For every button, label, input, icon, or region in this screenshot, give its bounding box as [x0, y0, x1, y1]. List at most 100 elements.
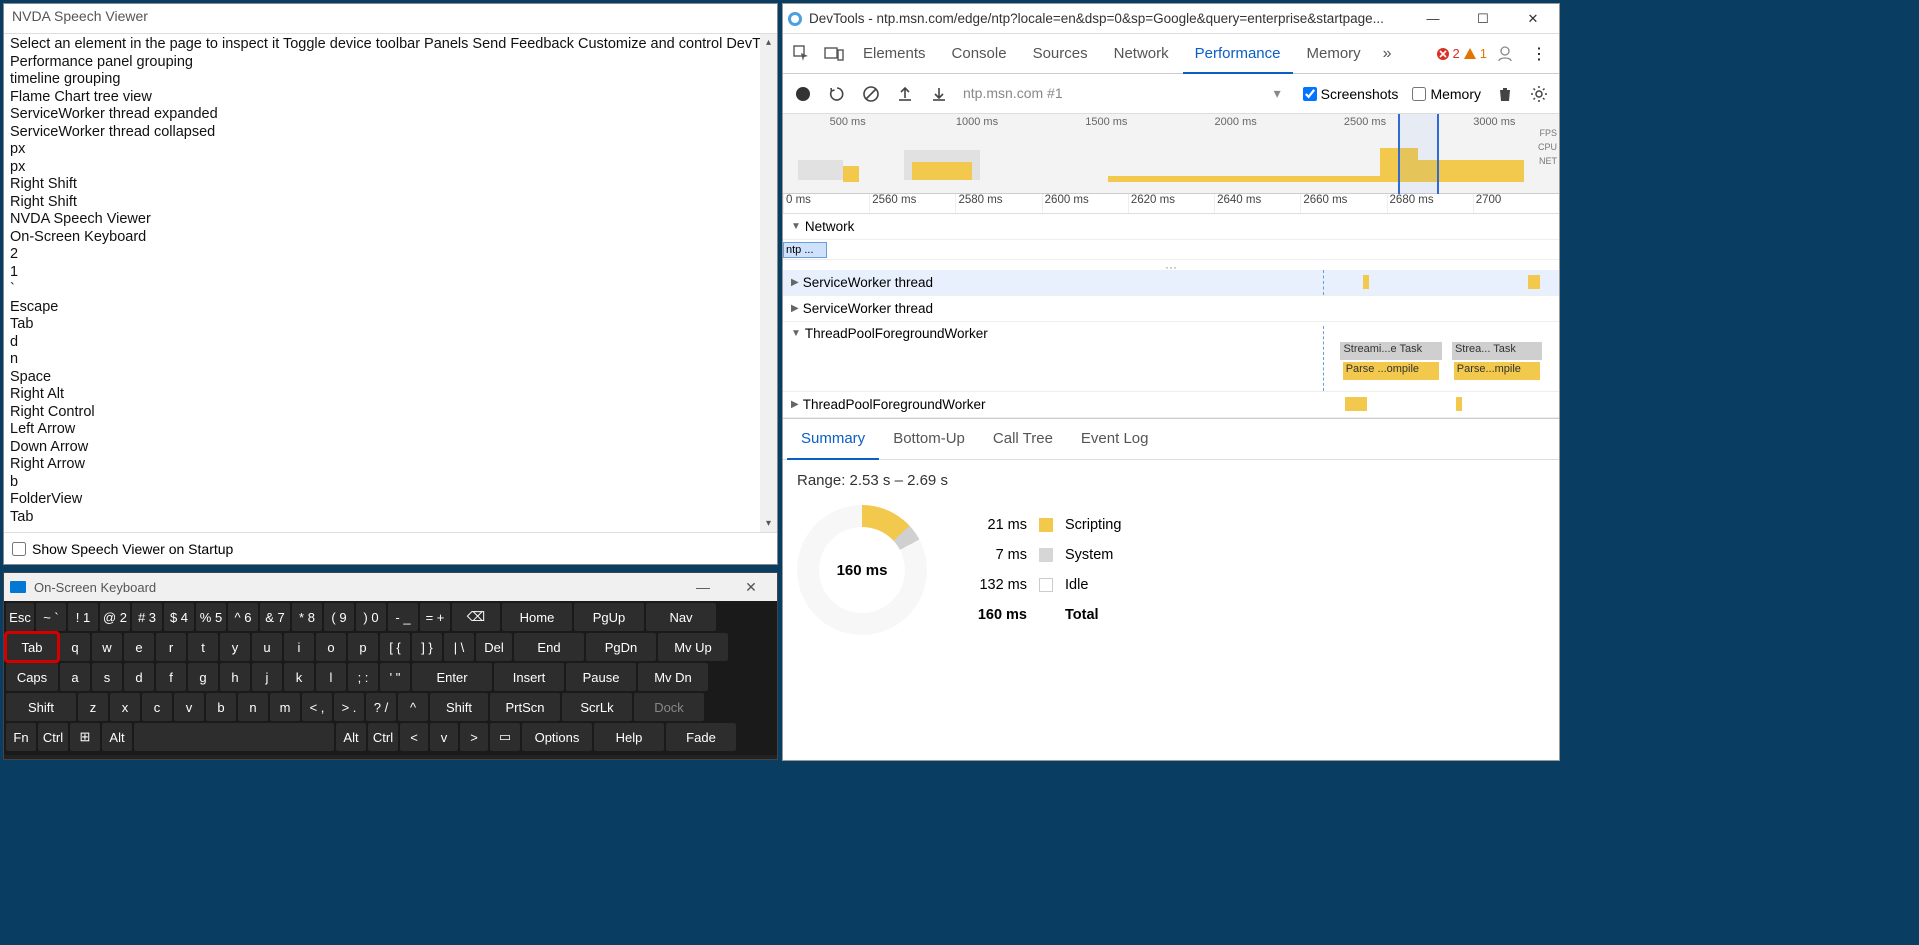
key--[interactable]: ~ ` — [36, 603, 66, 631]
recording-selector[interactable]: ntp.msn.com #1 ▾ — [963, 85, 1289, 102]
key-d[interactable]: d — [124, 663, 154, 691]
expand-icon[interactable]: ▶ — [791, 399, 799, 410]
key-r[interactable]: r — [156, 633, 186, 661]
track-serviceworker-1[interactable]: ▶ServiceWorker thread — [783, 270, 1559, 296]
key-o[interactable]: o — [316, 633, 346, 661]
key-options[interactable]: Options — [522, 723, 592, 751]
close-button[interactable]: ✕ — [1511, 5, 1555, 33]
key-caps[interactable]: Caps — [6, 663, 58, 691]
task-parse1[interactable]: Parse ...ompile — [1343, 362, 1439, 380]
key--[interactable]: < — [400, 723, 428, 751]
flame-chart[interactable]: ▼Network ntp ... ··· ▶ServiceWorker thre… — [783, 214, 1559, 418]
key--[interactable]: ? / — [366, 693, 396, 721]
track-network[interactable]: ▼Network — [783, 214, 1559, 240]
tab-performance[interactable]: Performance — [1183, 34, 1293, 74]
key-l[interactable]: l — [316, 663, 346, 691]
collect-garbage-icon[interactable] — [1495, 84, 1515, 104]
capture-settings-icon[interactable] — [1529, 84, 1549, 104]
tab-memory[interactable]: Memory — [1295, 34, 1373, 74]
expand-icon[interactable]: ▶ — [791, 277, 799, 288]
summary-tab-event-log[interactable]: Event Log — [1067, 418, 1163, 460]
key-t[interactable]: t — [188, 633, 218, 661]
key-v[interactable]: v — [174, 693, 204, 721]
key-insert[interactable]: Insert — [494, 663, 564, 691]
key-s[interactable]: s — [92, 663, 122, 691]
key-del[interactable]: Del — [476, 633, 512, 661]
tab-network[interactable]: Network — [1102, 34, 1181, 74]
collapse-icon[interactable]: ▼ — [791, 328, 801, 339]
key-n[interactable]: n — [238, 693, 268, 721]
key-j[interactable]: j — [252, 663, 282, 691]
key--[interactable]: | \ — [444, 633, 474, 661]
key-x[interactable]: x — [110, 693, 140, 721]
key--3[interactable]: # 3 — [132, 603, 162, 631]
memory-checkbox[interactable]: Memory — [1412, 86, 1481, 102]
save-profile-icon[interactable] — [929, 84, 949, 104]
screenshots-checkbox-input[interactable] — [1303, 87, 1317, 101]
key--2[interactable]: @ 2 — [100, 603, 130, 631]
task-streami[interactable]: Streami...e Task — [1340, 342, 1442, 360]
key--[interactable]: ] } — [412, 633, 442, 661]
key-help[interactable]: Help — [594, 723, 664, 751]
key--1[interactable]: ! 1 — [68, 603, 98, 631]
key-pgdn[interactable]: PgDn — [586, 633, 656, 661]
key-mv-up[interactable]: Mv Up — [658, 633, 728, 661]
track-ntp-net[interactable]: ntp ... — [783, 240, 1559, 260]
key-c[interactable]: c — [142, 693, 172, 721]
key-p[interactable]: p — [348, 633, 378, 661]
key-h[interactable]: h — [220, 663, 250, 691]
key--0[interactable]: ) 0 — [356, 603, 386, 631]
tab-elements[interactable]: Elements — [851, 34, 938, 74]
nvda-speech-log[interactable]: Select an element in the page to inspect… — [4, 34, 777, 528]
key-w[interactable]: w — [92, 633, 122, 661]
key--[interactable]: > . — [334, 693, 364, 721]
key-z[interactable]: z — [78, 693, 108, 721]
inspect-element-icon[interactable] — [787, 39, 817, 69]
key-g[interactable]: g — [188, 663, 218, 691]
issue-counts[interactable]: 2 1 — [1436, 46, 1487, 61]
key--6[interactable]: ^ 6 — [228, 603, 258, 631]
tab-sources[interactable]: Sources — [1021, 34, 1100, 74]
task-strea2[interactable]: Strea... Task — [1452, 342, 1542, 360]
key-e[interactable]: e — [124, 633, 154, 661]
key-alt[interactable]: Alt — [336, 723, 366, 751]
expand-icon[interactable]: ▶ — [791, 303, 799, 314]
key-fn[interactable]: Fn — [6, 723, 36, 751]
key-nav[interactable]: Nav — [646, 603, 716, 631]
key-dock[interactable]: Dock — [634, 693, 704, 721]
key--[interactable]: = + — [420, 603, 450, 631]
key-a[interactable]: a — [60, 663, 90, 691]
key--8[interactable]: * 8 — [292, 603, 322, 631]
toggle-device-icon[interactable] — [819, 39, 849, 69]
minimize-button[interactable]: — — [683, 579, 723, 595]
show-on-startup-checkbox[interactable] — [12, 542, 26, 556]
maximize-button[interactable]: ☐ — [1461, 5, 1505, 33]
osk-titlebar[interactable]: On-Screen Keyboard — ✕ — [4, 573, 777, 601]
timeline-overview[interactable]: 500 ms1000 ms1500 ms2000 ms2500 ms3000 m… — [783, 114, 1559, 194]
key-tab[interactable]: Tab — [6, 633, 58, 661]
scroll-up-icon[interactable]: ▴ — [760, 34, 777, 51]
nvda-scrollbar[interactable]: ▴ ▾ — [760, 34, 777, 532]
key-m[interactable]: m — [270, 693, 300, 721]
key--9[interactable]: ( 9 — [324, 603, 354, 631]
key-mv-dn[interactable]: Mv Dn — [638, 663, 708, 691]
collapse-icon[interactable]: ▼ — [791, 221, 801, 232]
nvda-titlebar[interactable]: NVDA Speech Viewer — [4, 4, 777, 34]
key-scrlk[interactable]: ScrLk — [562, 693, 632, 721]
key--[interactable]: - _ — [388, 603, 418, 631]
scroll-down-icon[interactable]: ▾ — [760, 515, 777, 532]
screenshots-checkbox[interactable]: Screenshots — [1303, 86, 1399, 102]
key-home[interactable]: Home — [502, 603, 572, 631]
key-enter[interactable]: Enter — [412, 663, 492, 691]
key--[interactable]: ⌫ — [452, 603, 500, 631]
customize-devtools-icon[interactable]: ⋮ — [1523, 44, 1555, 64]
key-pause[interactable]: Pause — [566, 663, 636, 691]
key--[interactable]: > — [460, 723, 488, 751]
key-prtscn[interactable]: PrtScn — [490, 693, 560, 721]
summary-tab-call-tree[interactable]: Call Tree — [979, 418, 1067, 460]
devtools-titlebar[interactable]: DevTools - ntp.msn.com/edge/ntp?locale=e… — [783, 4, 1559, 34]
summary-tab-summary[interactable]: Summary — [787, 418, 879, 460]
key--7[interactable]: & 7 — [260, 603, 290, 631]
task-parse2[interactable]: Parse...mpile — [1454, 362, 1540, 380]
key--[interactable]: ▭ — [490, 723, 520, 751]
